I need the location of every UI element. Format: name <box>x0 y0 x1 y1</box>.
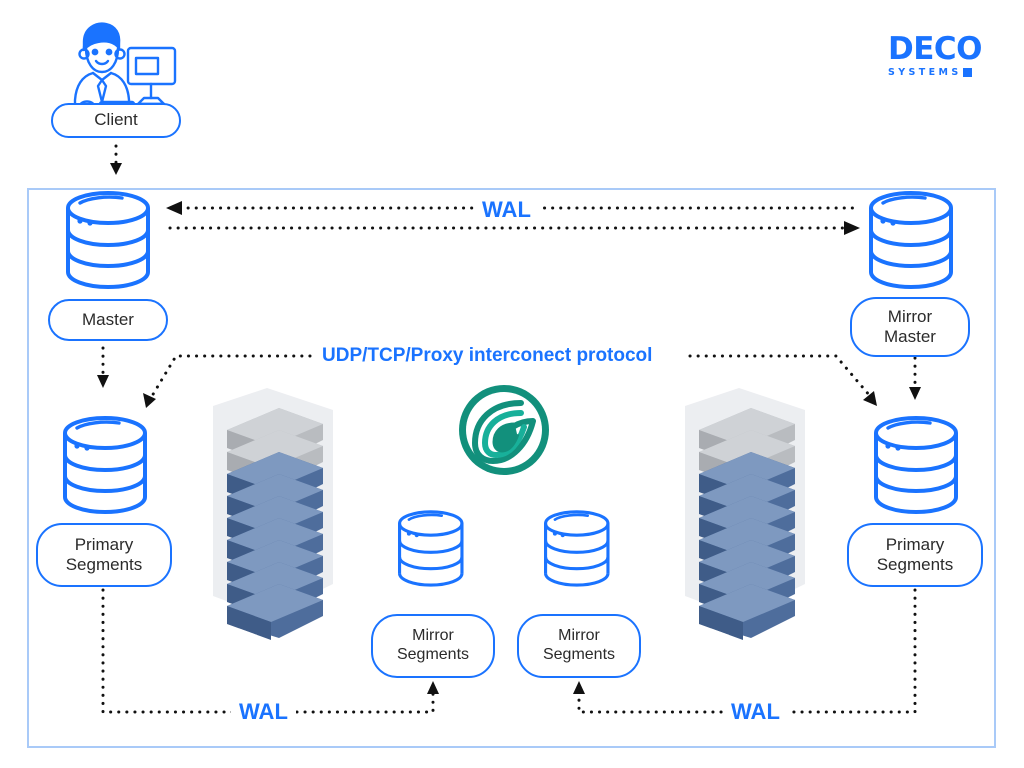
node-master-label: Master <box>82 309 134 329</box>
node-master[interactable]: Master <box>48 299 168 341</box>
node-mirror-master-label-line2: Master <box>884 327 936 346</box>
node-mirror-seg-right-label-line2: Segments <box>542 646 616 663</box>
node-primary-left-label-line2: Segments <box>65 555 143 574</box>
node-mirror-master[interactable]: Mirror Master <box>850 297 970 357</box>
greenplum-circle-logo <box>459 385 549 475</box>
node-mirror-seg-left-label-line1: Mirror <box>412 627 454 645</box>
node-mirror-seg-right[interactable]: Mirror Segments <box>517 614 641 678</box>
node-mirror-seg-left-label-line2: Segments <box>396 646 470 663</box>
node-primary-left-label-line1: Primary <box>74 534 134 554</box>
node-primary-right-label-line2: Segments <box>876 555 954 574</box>
node-mirror-seg-right-label-line1: Mirror <box>558 627 600 645</box>
node-primary-left[interactable]: Primary Segments <box>36 523 172 587</box>
node-primary-right-label-line1: Primary <box>885 534 945 554</box>
node-mirror-seg-left[interactable]: Mirror Segments <box>371 614 495 678</box>
diagram-canvas: DECO SYSTEMS Client WAL UDP/TCP/Proxy in… <box>0 0 1024 768</box>
node-mirror-master-label-line1: Mirror <box>887 306 933 326</box>
node-primary-right[interactable]: Primary Segments <box>847 523 983 587</box>
